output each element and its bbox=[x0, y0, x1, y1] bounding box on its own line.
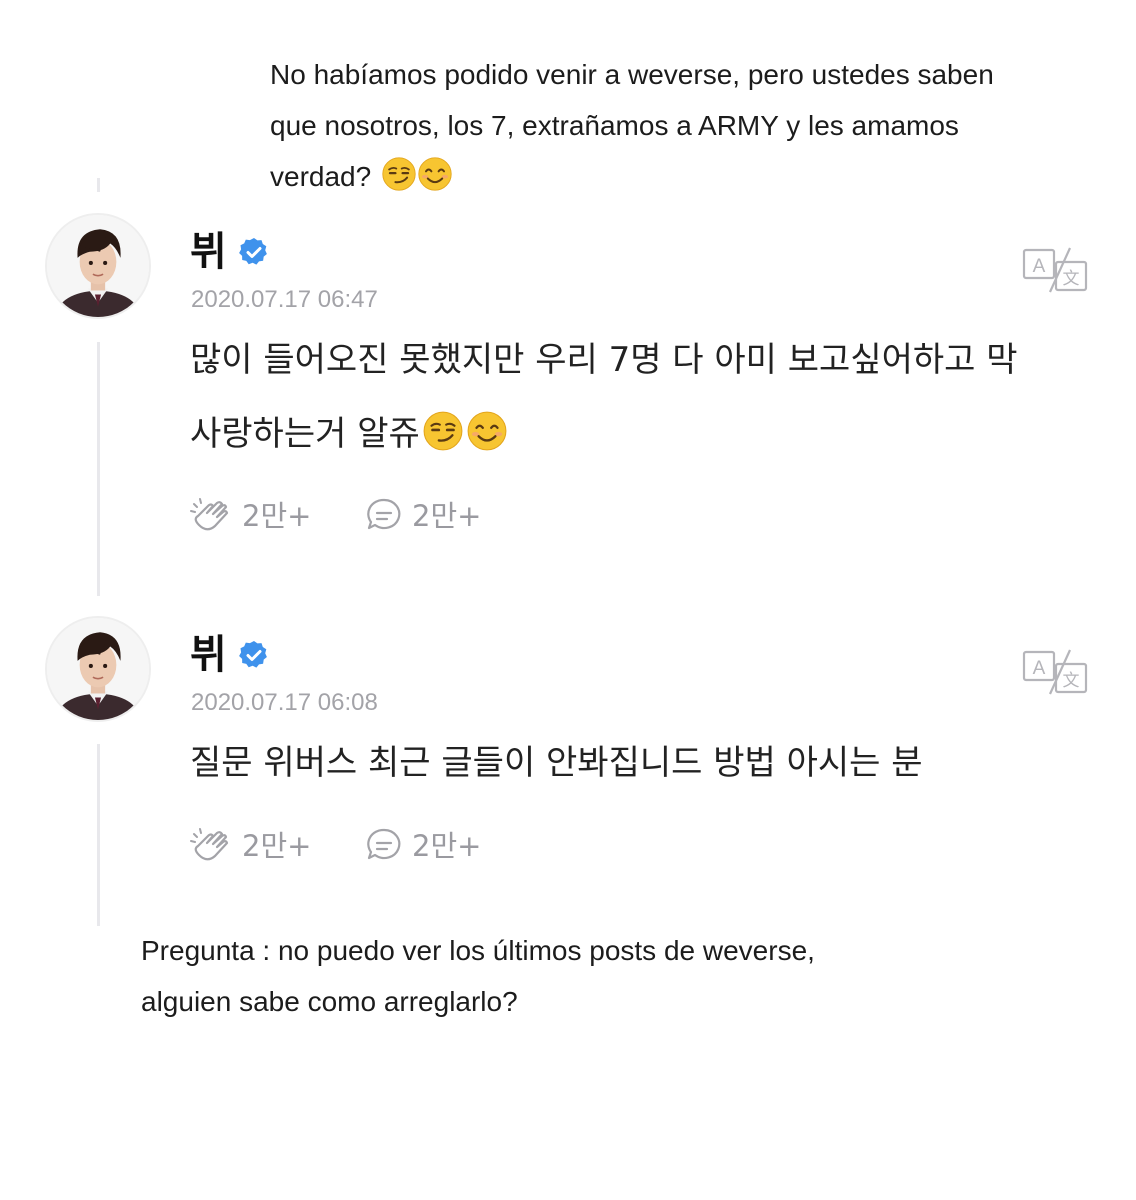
translate-icon[interactable] bbox=[1022, 648, 1088, 696]
author-row: 뷔 bbox=[190, 230, 269, 274]
translation-top-line-1: No habíamos podido venir a weverse, pero… bbox=[270, 59, 994, 90]
clap-icon bbox=[190, 826, 234, 866]
author-name[interactable]: 뷔 bbox=[190, 633, 227, 677]
smirking-face-emoji bbox=[422, 410, 464, 452]
profile-photo bbox=[47, 618, 149, 720]
post-body: 질문 위버스 최근 글들이 안봐집니드 방법 아시는 분 bbox=[190, 726, 923, 800]
translate-icon[interactable] bbox=[1022, 246, 1088, 294]
post-timestamp: 2020.07.17 06:47 bbox=[191, 286, 378, 313]
like-button[interactable]: 2만+ bbox=[190, 826, 311, 866]
verified-check-icon bbox=[239, 237, 269, 267]
comment-bubble-icon bbox=[364, 496, 404, 536]
translation-top-line-2: que nosotros, los 7, extrañamos a ARMY y… bbox=[270, 110, 959, 141]
smirking-face-emoji bbox=[381, 156, 417, 192]
verified-check-icon bbox=[239, 640, 269, 670]
avatar[interactable] bbox=[45, 213, 151, 319]
like-count: 2만+ bbox=[242, 499, 312, 533]
translation-bottom: Pregunta : no puedo ver los últimos post… bbox=[141, 925, 815, 1027]
clap-icon bbox=[190, 496, 234, 536]
comment-count: 2만+ bbox=[412, 829, 482, 863]
comment-bubble-icon bbox=[364, 826, 404, 866]
comment-button[interactable]: 2만+ bbox=[364, 496, 481, 536]
translation-top-line-3-text: verdad? bbox=[270, 161, 372, 192]
post-body-line-1: 질문 위버스 최근 글들이 안봐집니드 방법 아시는 분 bbox=[190, 743, 923, 783]
like-button[interactable]: 2만+ bbox=[190, 496, 311, 536]
translation-top-line-3: verdad? bbox=[270, 151, 994, 202]
post-body: 많이 들어오진 못했지만 우리 7명 다 아미 보고싶어하고 막 사랑하는거 알… bbox=[190, 323, 1018, 471]
smiling-face-emoji bbox=[466, 410, 508, 452]
thread-line-post-1 bbox=[97, 342, 100, 596]
translation-top: No habíamos podido venir a weverse, pero… bbox=[270, 49, 994, 202]
thread-line-post-2 bbox=[97, 744, 100, 926]
avatar[interactable] bbox=[45, 616, 151, 722]
smiling-face-emoji bbox=[417, 156, 453, 192]
post-body-line-1: 많이 들어오진 못했지만 우리 7명 다 아미 보고싶어하고 막 bbox=[190, 340, 1018, 380]
comment-count: 2만+ bbox=[412, 499, 482, 533]
translation-bottom-line-1: Pregunta : no puedo ver los últimos post… bbox=[141, 935, 815, 966]
thread-line-top bbox=[97, 178, 100, 192]
post-body-line-2: 사랑하는거 알쥬 bbox=[190, 397, 1018, 471]
author-name[interactable]: 뷔 bbox=[190, 230, 227, 274]
like-count: 2만+ bbox=[242, 829, 312, 863]
profile-photo bbox=[47, 215, 149, 317]
author-row: 뷔 bbox=[190, 633, 269, 677]
post-body-line-2-text: 사랑하는거 알쥬 bbox=[190, 414, 420, 454]
comment-button[interactable]: 2만+ bbox=[364, 826, 481, 866]
post-timestamp: 2020.07.17 06:08 bbox=[191, 689, 378, 716]
translation-bottom-line-2: alguien sabe como arreglarlo? bbox=[141, 986, 518, 1017]
